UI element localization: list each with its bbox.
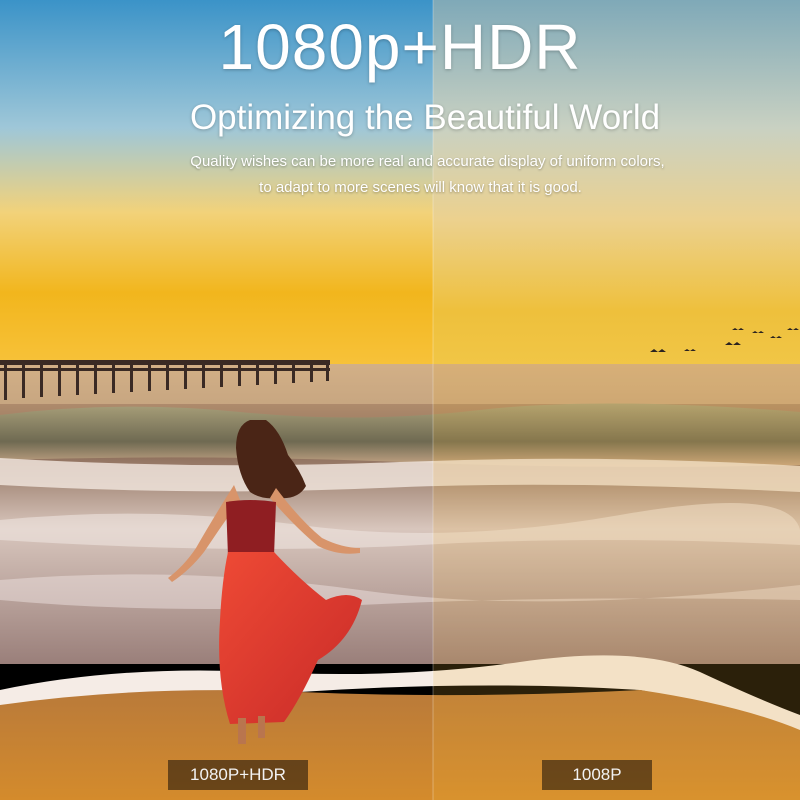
description-line-1: Quality wishes can be more real and accu… [190,153,665,170]
description-line-2: to adapt to more scenes will know that i… [259,179,582,196]
subheadline: Optimizing the Beautiful World [189,98,661,137]
headline: 1080p+HDR [218,11,582,83]
label-1080p-hdr: 1080P+HDR [168,760,308,790]
label-1008p: 1008P [542,760,652,790]
